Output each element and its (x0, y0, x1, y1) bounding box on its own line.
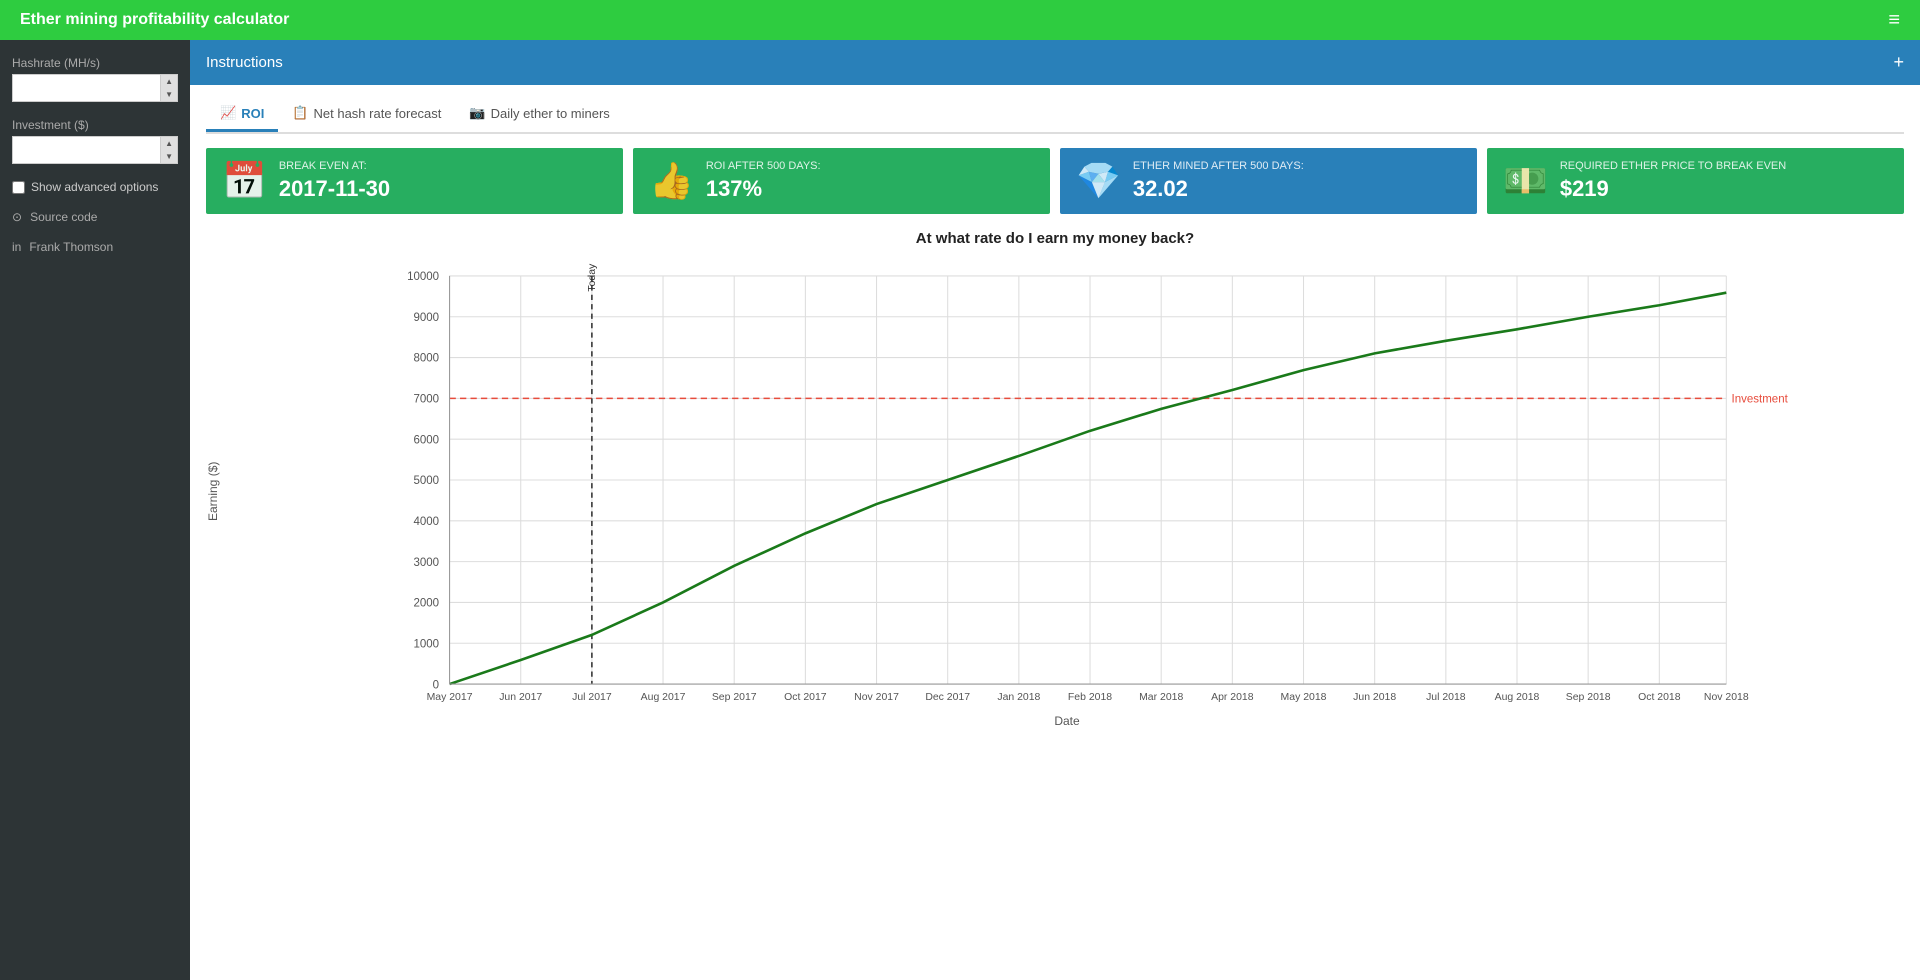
github-icon: ⊙ (12, 210, 22, 224)
hashrate-input[interactable]: 250 (12, 74, 161, 102)
investment-up-button[interactable]: ▲ (161, 137, 177, 150)
source-code-link[interactable]: ⊙ Source code (12, 210, 178, 224)
earnings-curve (450, 293, 1727, 684)
svg-text:10000: 10000 (407, 271, 439, 283)
svg-text:Investment: Investment (1732, 394, 1789, 406)
dollar-icon: 💵 (1503, 160, 1548, 202)
x-axis-label: Date (230, 714, 1904, 728)
svg-text:4000: 4000 (413, 516, 439, 528)
tabs: 📈 ROI 📋 Net hash rate forecast 📷 Daily e… (206, 97, 1904, 134)
svg-text:0: 0 (433, 679, 439, 691)
app-title: Ether mining profitability calculator (20, 11, 1888, 29)
svg-text:May 2017: May 2017 (427, 692, 473, 703)
hamburger-icon[interactable]: ≡ (1888, 9, 1900, 32)
svg-text:Jul 2018: Jul 2018 (1426, 692, 1466, 703)
svg-text:Feb 2018: Feb 2018 (1068, 692, 1112, 703)
svg-text:Sep 2018: Sep 2018 (1566, 692, 1611, 703)
instructions-plus[interactable]: + (1893, 52, 1904, 73)
svg-text:Mar 2018: Mar 2018 (1139, 692, 1183, 703)
investment-down-button[interactable]: ▼ (161, 150, 177, 163)
tab-roi[interactable]: 📈 ROI (206, 97, 278, 132)
svg-text:Jul 2017: Jul 2017 (572, 692, 612, 703)
svg-text:Today: Today (587, 263, 598, 292)
required-price-value: $219 (1560, 176, 1786, 202)
svg-text:Nov 2018: Nov 2018 (1704, 692, 1749, 703)
advanced-options-toggle[interactable] (12, 181, 25, 194)
topbar: Ether mining profitability calculator ≡ (0, 0, 1920, 40)
investment-spinner: ▲ ▼ (161, 136, 178, 164)
svg-text:7000: 7000 (413, 394, 439, 406)
instructions-label: Instructions (206, 54, 283, 71)
chart-container: At what rate do I earn my money back? Ea… (206, 230, 1904, 728)
svg-text:8000: 8000 (413, 353, 439, 365)
svg-text:Aug 2017: Aug 2017 (641, 692, 686, 703)
svg-text:2000: 2000 (413, 598, 439, 610)
tab-daily[interactable]: 📷 Daily ether to miners (455, 97, 623, 132)
chart-title: At what rate do I earn my money back? (206, 230, 1904, 247)
roi-value: 137% (706, 176, 821, 202)
investment-group: Investment ($) 7000 ▲ ▼ (12, 118, 178, 164)
stat-card-required-price: 💵 REQUIRED ETHER PRICE TO BREAK EVEN $21… (1487, 148, 1904, 214)
roi-label: ROI AFTER 500 DAYS: (706, 160, 821, 172)
investment-input[interactable]: 7000 (12, 136, 161, 164)
hashrate-up-button[interactable]: ▲ (161, 75, 177, 88)
hashrate-down-button[interactable]: ▼ (161, 88, 177, 101)
author-link[interactable]: in Frank Thomson (12, 240, 178, 254)
svg-text:May 2018: May 2018 (1281, 692, 1327, 703)
stat-card-breakeven: 📅 BREAK EVEN AT: 2017-11-30 (206, 148, 623, 214)
advanced-options-checkbox[interactable]: Show advanced options (12, 180, 178, 194)
svg-text:Jun 2017: Jun 2017 (499, 692, 542, 703)
nethash-icon: 📋 (292, 105, 308, 121)
y-axis-label: Earning ($) (206, 255, 226, 728)
svg-text:5000: 5000 (413, 475, 439, 487)
svg-text:Nov 2017: Nov 2017 (854, 692, 899, 703)
svg-text:3000: 3000 (413, 557, 439, 569)
tab-nethash[interactable]: 📋 Net hash rate forecast (278, 97, 455, 132)
hashrate-label: Hashrate (MH/s) (12, 56, 178, 70)
hashrate-group: Hashrate (MH/s) 250 ▲ ▼ (12, 56, 178, 102)
svg-text:6000: 6000 (413, 434, 439, 446)
ether-mined-label: ETHER MINED AFTER 500 DAYS: (1133, 160, 1304, 172)
svg-text:1000: 1000 (413, 638, 439, 650)
stat-cards: 📅 BREAK EVEN AT: 2017-11-30 👍 ROI AFTER … (206, 148, 1904, 214)
breakeven-value: 2017-11-30 (279, 176, 390, 202)
roi-chart: 0 1000 2000 3000 4000 5000 (230, 255, 1904, 705)
hashrate-spinner: ▲ ▼ (161, 74, 178, 102)
svg-text:9000: 9000 (413, 312, 439, 324)
required-price-label: REQUIRED ETHER PRICE TO BREAK EVEN (1560, 160, 1786, 172)
daily-icon: 📷 (469, 105, 485, 121)
svg-text:Oct 2017: Oct 2017 (784, 692, 827, 703)
stat-card-ether-mined: 💎 ETHER MINED AFTER 500 DAYS: 32.02 (1060, 148, 1477, 214)
svg-text:Oct 2018: Oct 2018 (1638, 692, 1681, 703)
diamond-icon: 💎 (1076, 160, 1121, 202)
instructions-bar: Instructions + (190, 40, 1920, 85)
calendar-icon: 📅 (222, 160, 267, 202)
sidebar: Hashrate (MH/s) 250 ▲ ▼ Investment ($) 7… (0, 40, 190, 980)
ether-mined-value: 32.02 (1133, 176, 1304, 202)
breakeven-label: BREAK EVEN AT: (279, 160, 390, 172)
stat-card-roi: 👍 ROI AFTER 500 DAYS: 137% (633, 148, 1050, 214)
roi-icon: 📈 (220, 105, 236, 121)
svg-text:Apr 2018: Apr 2018 (1211, 692, 1254, 703)
svg-text:Jan 2018: Jan 2018 (997, 692, 1040, 703)
investment-label: Investment ($) (12, 118, 178, 132)
svg-text:Jun 2018: Jun 2018 (1353, 692, 1396, 703)
thumbsup-icon: 👍 (649, 160, 694, 202)
linkedin-icon: in (12, 240, 21, 254)
svg-text:Aug 2018: Aug 2018 (1495, 692, 1540, 703)
svg-text:Sep 2017: Sep 2017 (712, 692, 757, 703)
svg-text:Dec 2017: Dec 2017 (925, 692, 970, 703)
